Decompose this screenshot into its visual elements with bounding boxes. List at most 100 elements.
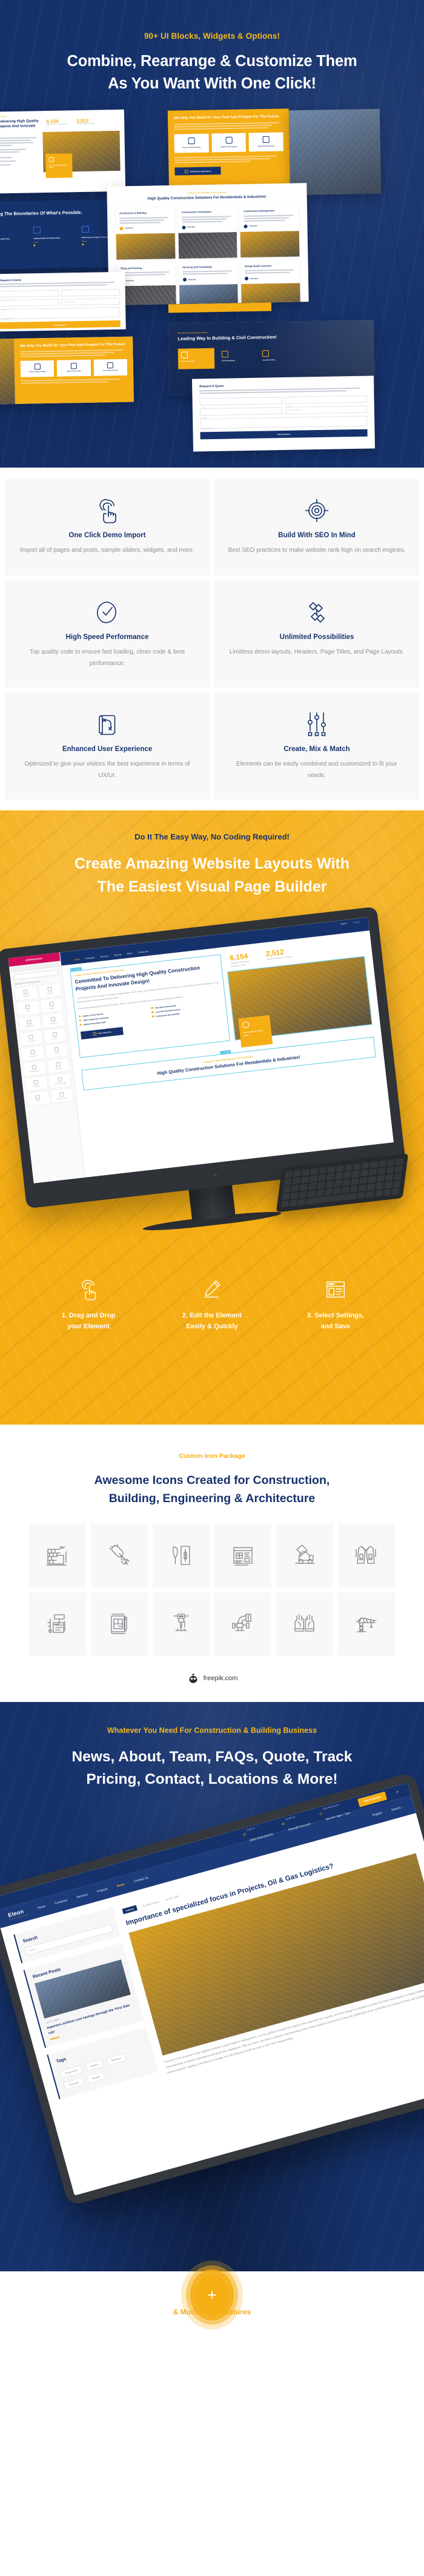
feature-card-demo-import[interactable]: One Click Demo Import Import all of page…	[5, 478, 210, 575]
icon-cell[interactable]	[338, 1523, 395, 1588]
widget-item[interactable]: Carousel	[19, 1030, 44, 1047]
feature-card-possibilities[interactable]: Unlimited Possibilities Limitless demo l…	[214, 580, 419, 687]
icon-cell[interactable]	[338, 1592, 395, 1656]
bottom-heading-block: Whatever You Need For Construction & Bui…	[0, 1726, 424, 1790]
canvas-image[interactable]: Join Us, Be Part Of Our Team!	[227, 956, 373, 1048]
nav-item-projects[interactable]: Projects	[114, 953, 122, 956]
nav-item-company[interactable]: Company	[85, 956, 95, 960]
tablet-frame: ✆ Call Us: (002) 01061243741 ✉ Email Us:…	[0, 1772, 424, 2207]
nav-item-services[interactable]: Services	[76, 1893, 88, 1899]
pencil-edit-icon	[150, 1277, 274, 1302]
widget-item[interactable]: Contact	[42, 1027, 67, 1044]
canvas-text-block[interactable]: ⋮⋮ EDIT Leading The Way In Building And …	[70, 954, 230, 1058]
step-select-settings: 3. Select Settings, and Save	[274, 1277, 397, 1332]
nav-item-contact[interactable]: Contact Us	[137, 950, 148, 954]
icons-title-line-1: Awesome Icons Created for Construction,	[94, 1474, 330, 1487]
nav-item-news[interactable]: News	[127, 952, 132, 955]
pipe-fitting-icon	[232, 1614, 251, 1631]
cement-mixer-truck-icon	[295, 1545, 315, 1564]
feature-desc: Top quality code to ensure fast loading,…	[30, 649, 185, 667]
mockup-request-quote-2[interactable]: Request A Quote Name Email Phone Select …	[191, 376, 376, 452]
feature-card-seo[interactable]: Build With SEO In Mind Best SEO practice…	[214, 478, 419, 575]
site-logo[interactable]: Eteon Constructions	[7, 1907, 29, 1921]
feature-card-mix-match[interactable]: Create, Mix & Match Elements can be easi…	[214, 692, 419, 800]
canvas-badge[interactable]: Join Us, Be Part Of Our Team!	[237, 1015, 273, 1048]
widget-item[interactable]: Service Carousel	[48, 1072, 73, 1089]
widget-item[interactable]: Icon Box	[24, 1075, 48, 1092]
nav-item-news[interactable]: News	[116, 1882, 125, 1888]
tag-item[interactable]: Insights	[87, 2071, 105, 2084]
widget-item[interactable]: Download	[46, 1057, 71, 1074]
tablet-screen[interactable]: ✆ Call Us: (002) 01061243741 ✉ Email Us:…	[0, 1783, 424, 2196]
mockup-yellow-promo-2[interactable]: We Help You Build On Your Past And Prepa…	[0, 337, 134, 405]
widget-icon	[31, 1064, 37, 1070]
widget-item[interactable]: Info	[25, 1090, 50, 1107]
widget-item[interactable]: Counter List	[41, 1012, 65, 1029]
canvas-cta-button[interactable]: More About Us	[80, 1027, 124, 1039]
element-handle[interactable]: ⋮⋮ ADD	[220, 1050, 231, 1055]
elementor-canvas[interactable]: English Search... Home Company Services …	[59, 917, 394, 1177]
feature-title: One Click Demo Import	[68, 532, 146, 539]
tag-item[interactable]: Corporate	[63, 2077, 84, 2090]
canvas-media-block[interactable]: 6,154 Projects & Residentials Completed …	[226, 939, 373, 1048]
nav-search-field[interactable]: Search...	[391, 1806, 403, 1812]
nav-item-home[interactable]: Home	[37, 1905, 45, 1910]
icon-cell[interactable]	[153, 1592, 210, 1656]
language-selector[interactable]: English	[372, 1812, 382, 1818]
mockup-submit-button[interactable]: Submit Request	[0, 320, 121, 329]
widget-item[interactable]: Heading	[13, 985, 38, 1002]
icon-cell[interactable]	[276, 1523, 333, 1588]
nav-item-company[interactable]: Company	[55, 1899, 68, 1906]
icon-cell[interactable]	[91, 1523, 148, 1588]
icon-cell[interactable]	[91, 1592, 148, 1656]
feature-card-ux[interactable]: Enhanced User Experience Optimized to gi…	[5, 692, 210, 800]
icon-cell[interactable]	[29, 1523, 86, 1588]
bottom-showcase-section: Whatever You Need For Construction & Bui…	[0, 1701, 424, 2271]
icon-cell[interactable]	[29, 1592, 86, 1656]
feature-card-performance[interactable]: High Speed Performance Top quality code …	[5, 580, 210, 687]
chainsaw-icon	[109, 1544, 130, 1565]
tag-item[interactable]: Modern	[85, 2059, 104, 2071]
nav-item-contact[interactable]: Contact Us	[133, 1876, 148, 1884]
nav-item-projects[interactable]: Projects	[97, 1887, 108, 1894]
search-icon[interactable]: ⌕	[396, 1790, 400, 1795]
mockup-cta-button[interactable]: Schedule An Appointment	[174, 167, 221, 176]
widget-item[interactable]: Contact Info	[21, 1045, 45, 1062]
nav-item-services[interactable]: Services	[100, 955, 108, 958]
mockup-yellow-promo[interactable]: We Help You Build On Your Past And Prepa…	[167, 108, 291, 196]
widget-icon	[35, 1094, 41, 1099]
widget-icon	[28, 1034, 33, 1039]
freepik-label: freepik.com	[203, 1674, 238, 1682]
widget-icon	[52, 1031, 58, 1037]
element-handle[interactable]: ⋮⋮ EDIT	[70, 967, 82, 972]
widget-icon	[25, 1004, 30, 1009]
post-author: By Mike Dooley	[142, 1900, 160, 1908]
mockup-submit-button[interactable]: Submit Request	[200, 429, 368, 440]
tag-item[interactable]: Responsive	[60, 2065, 83, 2079]
icon-cell[interactable]	[214, 1592, 271, 1656]
widget-item[interactable]: Breadcrumbs	[17, 1015, 42, 1031]
icon-cell[interactable]	[276, 1592, 333, 1656]
monitor-screen[interactable]: elementor ELEMENTOR THEME ELEM Heading I…	[8, 917, 394, 1184]
widget-item[interactable]: Content	[44, 1042, 69, 1059]
post-category-badge[interactable]: Industry	[122, 1905, 138, 1915]
tablet-mockup: ✆ Call Us: (002) 01061243741 ✉ Email Us:…	[0, 1772, 424, 2207]
widget-item[interactable]: Gallery Carousel	[49, 1087, 74, 1104]
freepik-credit[interactable]: freepik.com	[0, 1672, 424, 1685]
mockup-request-quote[interactable]: Request A Quote Name Email Phone Select …	[0, 272, 126, 333]
widget-item[interactable]: Icon	[15, 999, 40, 1017]
widget-item[interactable]: Button	[39, 997, 64, 1014]
widget-item[interactable]: Image Box	[38, 982, 62, 999]
target-seo-icon	[305, 497, 329, 525]
icon-cell[interactable]	[153, 1523, 210, 1588]
widget-item[interactable]: Gallery Grid 7	[22, 1060, 47, 1077]
mockup-services-grid[interactable]: Leading The Way In Building And Civil Co…	[107, 183, 309, 306]
nav-item-home[interactable]: Home	[74, 958, 80, 961]
widget-icon	[30, 1049, 35, 1055]
widget-icon	[56, 1062, 61, 1067]
tag-item[interactable]: Business	[106, 2053, 127, 2066]
icon-cell[interactable]	[214, 1523, 271, 1588]
phone-icon: ✆	[242, 1833, 247, 1838]
plus-icon[interactable]: +	[196, 2274, 228, 2315]
mockup-about-hero[interactable]: Leading The Way In Building And Civil Co…	[0, 110, 126, 194]
